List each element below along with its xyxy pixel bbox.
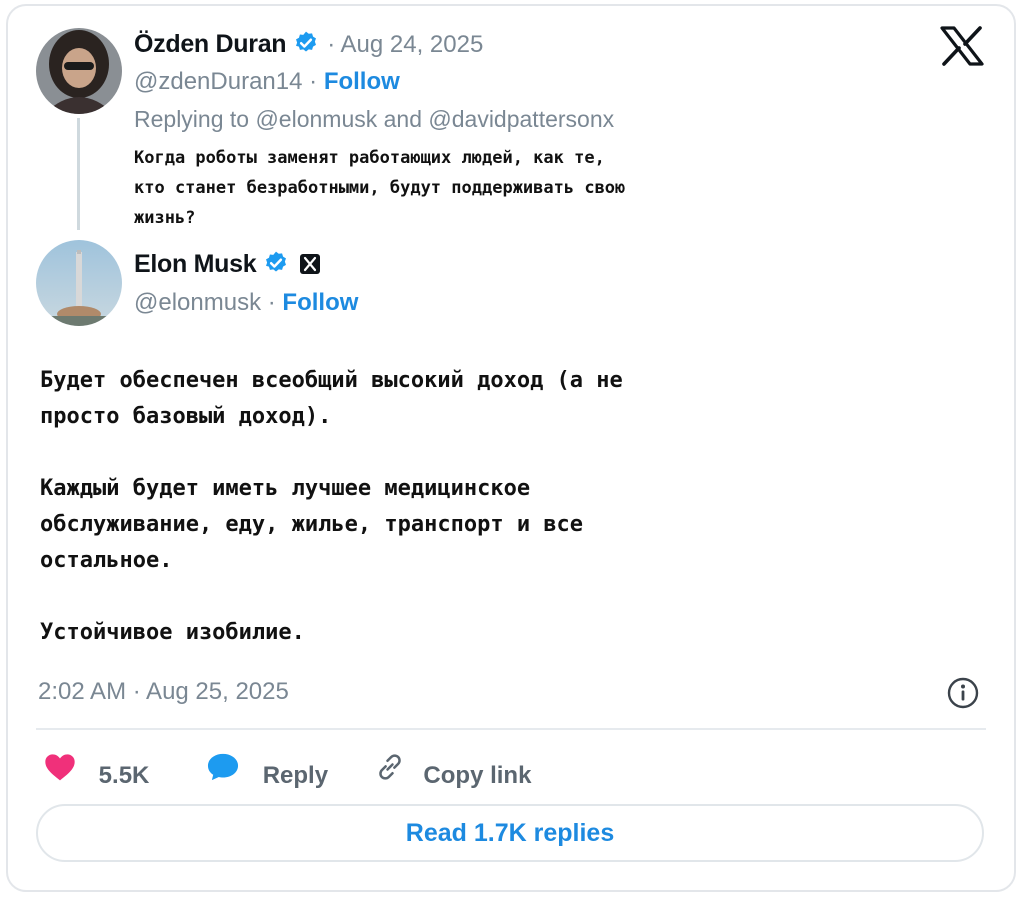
follow-button-elon[interactable]: Follow [282,289,358,316]
speech-bubble-icon [208,753,239,781]
reply-text-line: кто станет безработными, будут поддержив… [134,178,626,198]
reply-label: Reply [262,761,329,789]
reply-text: Когда роботы заменят работающих людей, к… [134,143,625,233]
like-count: 5.5K [98,761,150,789]
read-replies-label: Read 1.7K replies [405,818,615,847]
tweet-text-line: остальное. [40,548,173,573]
replying-to[interactable]: Replying to @elonmusk and @davidpatterso… [134,106,614,133]
handle-ozden[interactable]: @zdenDuran14 · [134,68,317,95]
tweet-timestamp[interactable]: 2:02 AM · Aug 25, 2025 [38,678,289,706]
reply-text-line: Когда роботы заменят работающих людей, к… [134,148,605,168]
avatar-elon[interactable] [36,240,122,326]
tweet-text-line: Каждый будет иметь лучшее медицинское [40,476,531,501]
verified-badge-icon [265,251,286,272]
handle-elon[interactable]: @elonmusk · [134,289,276,316]
avatar-ozden[interactable] [36,28,122,114]
divider [36,728,986,730]
author-name-ozden[interactable]: Özden Duran [134,30,287,58]
copy-link-button[interactable]: Copy link [375,754,532,789]
like-button[interactable]: 5.5K [44,754,156,789]
read-replies-button[interactable]: Read 1.7K replies [36,804,984,862]
tweet-text-line: обслуживание, еду, жилье, транспорт и вс… [40,512,584,537]
x-affiliate-badge-icon [300,254,321,274]
info-icon[interactable] [946,676,980,710]
link-icon [378,754,401,780]
follow-button-ozden[interactable]: Follow [324,68,400,95]
tweet-text-line: просто базовый доход). [40,404,332,429]
tweet-text-line: Будет обеспечен всеобщий высокий доход (… [40,368,623,393]
reply-button[interactable]: Reply [206,753,335,789]
reply-text-line: жизнь? [134,208,196,228]
verified-badge-icon [295,31,316,52]
thread-connector-line [77,118,80,230]
x-logo-icon[interactable] [940,26,984,66]
reply-date[interactable]: · Aug 24, 2025 [327,31,483,58]
copy-link-label: Copy link [423,761,532,789]
tweet-text-line: Устойчивое изобилие. [40,620,305,645]
heart-icon [45,754,75,781]
author-name-elon[interactable]: Elon Musk [134,250,257,278]
main-tweet-text: Будет обеспечен всеобщий высокий доход (… [40,363,623,651]
